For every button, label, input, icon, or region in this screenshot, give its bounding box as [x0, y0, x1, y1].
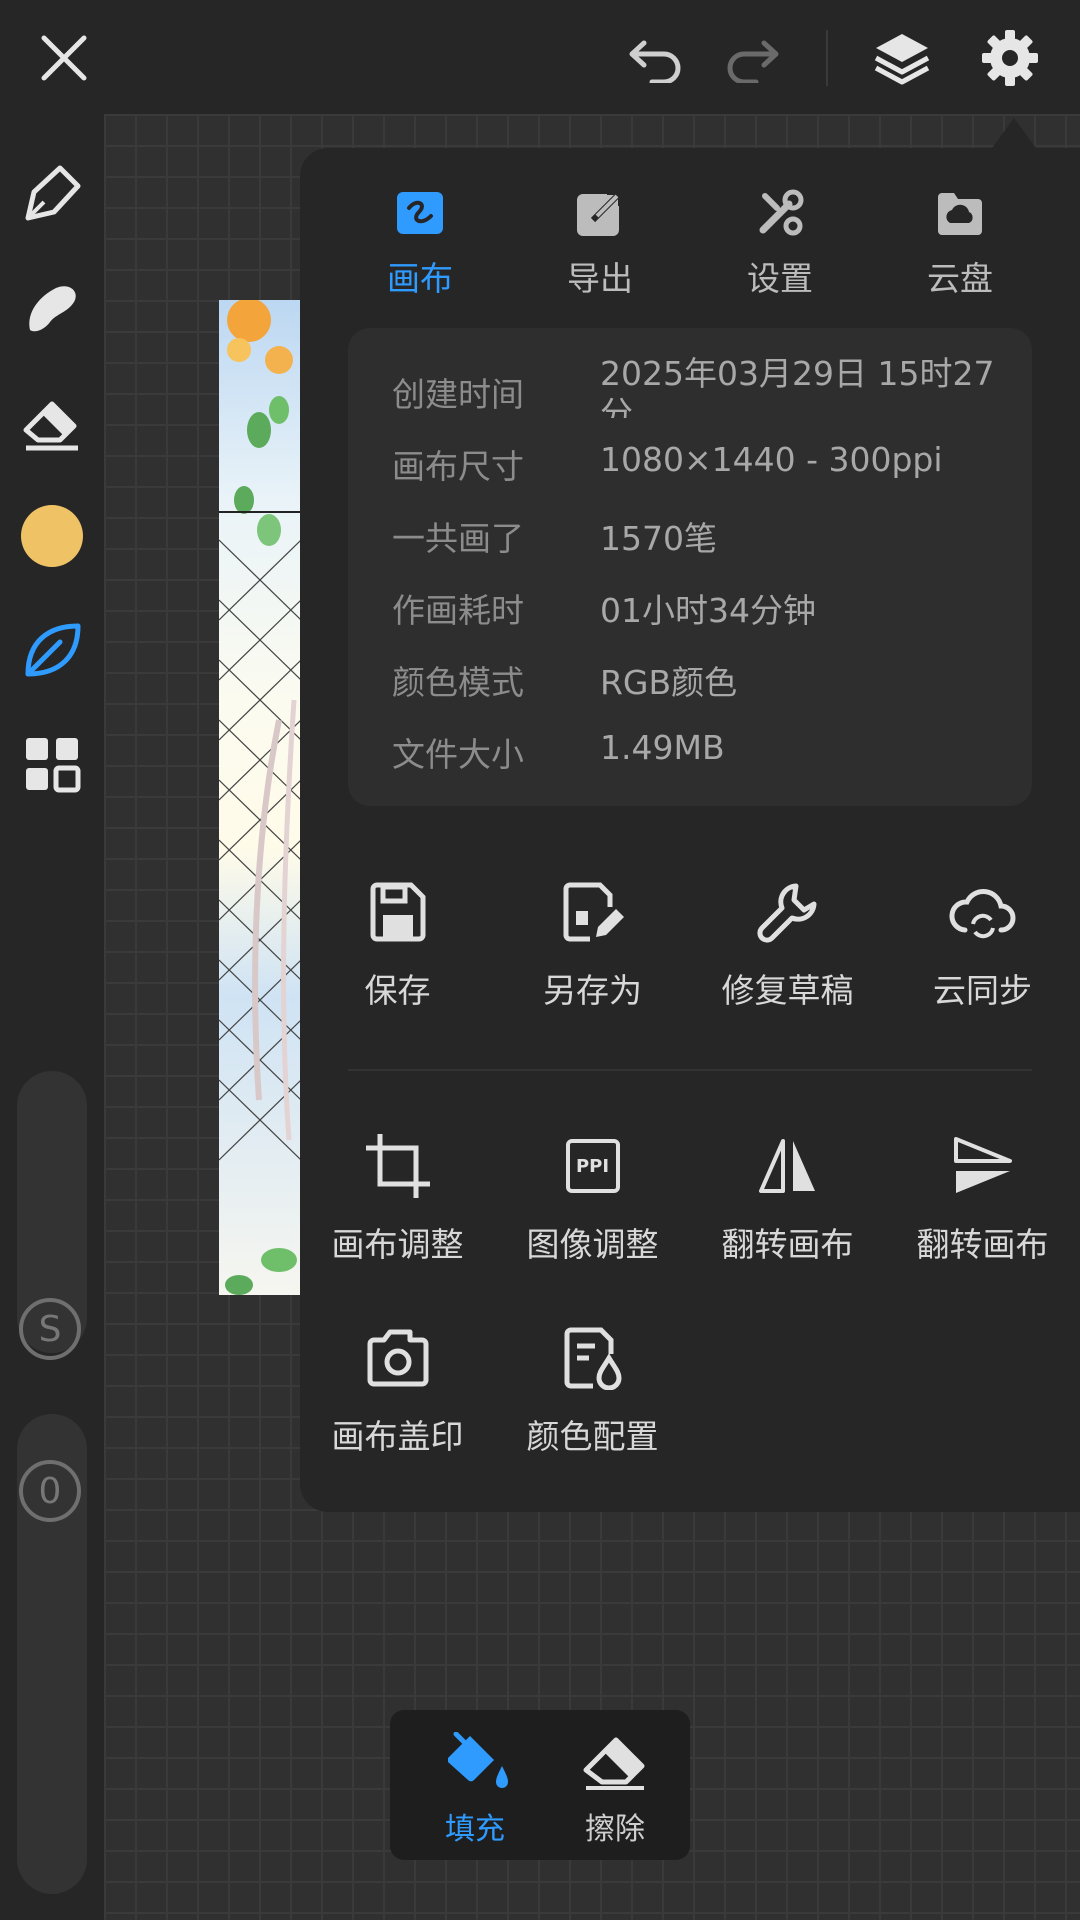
- cloud-sync-icon: [948, 889, 1015, 939]
- bottom-tool-switch: 填充 擦除: [390, 1710, 690, 1860]
- action-label: 颜色配置: [526, 1417, 659, 1456]
- action-label: 保存: [364, 971, 431, 1010]
- action-label: 画布调整: [331, 1225, 464, 1264]
- pen-icon[interactable]: [14, 156, 90, 232]
- ppi-icon: PPI: [565, 1139, 620, 1193]
- tab-settings[interactable]: 设置: [705, 178, 855, 300]
- info-value-size: 1080×1440 - 300ppi: [600, 440, 943, 479]
- tab-export[interactable]: 导出: [525, 178, 675, 300]
- color-profile-button[interactable]: 颜色配置: [495, 1318, 690, 1458]
- flip-horizontal-icon: [758, 1139, 815, 1193]
- info-label-size: 画布尺寸: [392, 447, 524, 486]
- undo-icon[interactable]: [618, 20, 694, 96]
- image-adjust-button[interactable]: PPI 图像调整: [495, 1126, 690, 1266]
- info-label-created: 创建时间: [392, 375, 524, 414]
- cloud-sync-button[interactable]: 云同步: [885, 872, 1080, 1012]
- save-icon: [370, 882, 425, 942]
- color-swatch-circle: [21, 505, 83, 567]
- tab-cloud[interactable]: 云盘: [885, 178, 1035, 300]
- action-label: 翻转画布: [721, 1225, 854, 1264]
- tab-label: 云盘: [927, 259, 993, 298]
- smudge-icon[interactable]: [14, 270, 90, 346]
- wrench-icon: [756, 883, 816, 943]
- top-bar: [0, 0, 1080, 114]
- artwork-canvas[interactable]: [219, 300, 301, 1295]
- save-as-button[interactable]: 另存为: [495, 872, 690, 1012]
- opacity-badge: 0: [19, 1460, 81, 1522]
- crop-icon: [365, 1134, 430, 1198]
- info-label-strokes: 一共画了: [392, 519, 524, 558]
- info-value-color-mode: RGB颜色: [600, 663, 738, 702]
- action-label: 修复草稿: [721, 971, 854, 1010]
- tab-label: 导出: [567, 259, 633, 298]
- erase-label: 擦除: [585, 1812, 645, 1847]
- info-label-file-size: 文件大小: [392, 735, 524, 774]
- info-value-time: 01小时34分钟: [600, 591, 816, 630]
- eraser-icon[interactable]: [14, 384, 90, 460]
- popover-pointer: [992, 118, 1036, 148]
- close-icon[interactable]: [26, 20, 102, 96]
- tab-label: 设置: [747, 259, 813, 298]
- info-value-strokes: 1570笔: [600, 519, 717, 558]
- color-swatch[interactable]: [14, 498, 90, 574]
- canvas-icon: [397, 192, 443, 234]
- tab-label: 画布: [387, 259, 453, 298]
- action-label: 翻转画布: [916, 1225, 1049, 1264]
- action-label: 画布盖印: [331, 1417, 464, 1456]
- flip-vertical-button[interactable]: 翻转画布: [885, 1126, 1080, 1266]
- paint-bucket-icon: [448, 1731, 508, 1788]
- erase-tool-button[interactable]: 擦除: [550, 1732, 680, 1848]
- fill-tool-button[interactable]: 填充: [410, 1731, 540, 1848]
- topbar-divider: [826, 30, 828, 86]
- save-as-icon: [563, 882, 624, 942]
- export-icon: [577, 189, 624, 236]
- color-profile-icon: [564, 1327, 622, 1390]
- redo-icon[interactable]: [714, 20, 790, 96]
- action-label: 另存为: [543, 971, 642, 1010]
- tools-icon: [759, 189, 804, 236]
- camera-icon: [367, 1329, 428, 1387]
- cloud-drive-icon: [938, 193, 982, 235]
- action-label: 图像调整: [526, 1225, 659, 1264]
- flip-horizontal-button[interactable]: 翻转画布: [690, 1126, 885, 1266]
- fill-label: 填充: [445, 1812, 505, 1847]
- canvas-adjust-button[interactable]: 画布调整: [300, 1126, 495, 1266]
- tab-canvas[interactable]: 画布: [345, 178, 495, 300]
- info-label-color-mode: 颜色模式: [392, 663, 524, 702]
- flip-vertical-icon: [953, 1137, 1012, 1193]
- save-button[interactable]: 保存: [300, 872, 495, 1012]
- left-toolbar: S 0: [0, 114, 104, 1920]
- canvas-menu-panel: 画布 导出 设置 云盘 创建时间 2025年03月29日 15时27分 画布尺寸…: [300, 148, 1080, 1512]
- leaf-brush-icon[interactable]: [14, 612, 90, 688]
- gear-icon[interactable]: [972, 20, 1048, 96]
- divider: [348, 1069, 1032, 1071]
- grid-menu-icon[interactable]: [14, 726, 90, 802]
- info-label-time: 作画耗时: [392, 591, 524, 630]
- canvas-info-card: 创建时间 2025年03月29日 15时27分 画布尺寸 1080×1440 -…: [348, 328, 1032, 806]
- canvas-stamp-button[interactable]: 画布盖印: [300, 1318, 495, 1458]
- size-badge: S: [19, 1298, 81, 1360]
- repair-draft-button[interactable]: 修复草稿: [690, 872, 885, 1012]
- info-value-file-size: 1.49MB: [600, 728, 725, 767]
- info-value-created: 2025年03月29日 15时27分: [600, 354, 995, 418]
- layers-icon[interactable]: [864, 20, 940, 96]
- action-label: 云同步: [933, 971, 1032, 1010]
- eraser-icon: [583, 1737, 645, 1790]
